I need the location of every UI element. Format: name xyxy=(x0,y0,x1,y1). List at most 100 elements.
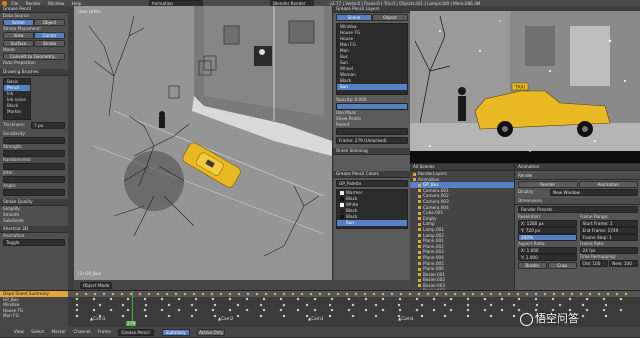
remap-new-field[interactable]: New: 100 xyxy=(609,260,638,267)
keyframe[interactable] xyxy=(121,314,125,318)
keyframe[interactable] xyxy=(313,297,317,301)
keyframe[interactable] xyxy=(535,303,539,307)
gp-scene-tab[interactable]: Scene xyxy=(336,14,372,21)
keyframe[interactable] xyxy=(121,303,125,307)
keyframe[interactable] xyxy=(483,297,487,301)
keyframe[interactable] xyxy=(415,308,419,312)
keyframe[interactable] xyxy=(602,297,606,301)
keyframe[interactable] xyxy=(581,303,585,307)
keyframe[interactable] xyxy=(143,297,147,301)
keyframe[interactable] xyxy=(443,303,447,307)
keyframe[interactable] xyxy=(211,297,215,301)
end-frame-field[interactable]: End Frame: 1749 xyxy=(579,227,638,234)
keyframe[interactable] xyxy=(551,297,555,301)
gp-object-tab[interactable]: Object xyxy=(372,14,408,21)
keyframe[interactable] xyxy=(398,297,402,301)
keyframe[interactable] xyxy=(75,308,79,312)
keyframe[interactable] xyxy=(534,297,538,301)
marker-cam1[interactable]: ▲Cam1 xyxy=(90,316,105,321)
keyframe[interactable] xyxy=(512,303,516,307)
keyframe[interactable] xyxy=(415,297,419,301)
keyframe[interactable] xyxy=(259,314,263,318)
layer-frame-field[interactable]: Frame: 279 (Unlocked) xyxy=(336,137,408,144)
keyframe[interactable] xyxy=(585,308,589,312)
keyframe[interactable] xyxy=(177,308,181,312)
keyframe[interactable] xyxy=(282,314,286,318)
keyframe[interactable] xyxy=(619,308,623,312)
keyframe[interactable] xyxy=(330,308,334,312)
properties-header[interactable]: Animation xyxy=(515,164,640,171)
keyframe[interactable] xyxy=(160,308,164,312)
render-button[interactable]: Render xyxy=(518,181,578,188)
keyframe[interactable] xyxy=(143,308,147,312)
render-presets-dropdown[interactable]: Render Presets xyxy=(518,206,638,213)
object-mode-dropdown[interactable]: Object Mode xyxy=(80,281,112,289)
keyframe[interactable] xyxy=(109,297,113,301)
animation-dropdown[interactable]: Toggle xyxy=(3,239,65,246)
keyframe[interactable] xyxy=(602,308,606,312)
data-source-object-button[interactable]: Object xyxy=(34,19,65,26)
dimensions-header[interactable]: Dimensions xyxy=(515,198,640,205)
keyframe[interactable] xyxy=(420,303,424,307)
gp-layers-header[interactable]: Grease Pencil Layers xyxy=(333,6,411,13)
aspect-y-field[interactable]: Y: 1.000 xyxy=(518,254,577,261)
gp-colors-header[interactable]: Grease Pencil Colors xyxy=(333,171,411,178)
keyframe[interactable] xyxy=(489,303,493,307)
keyframe[interactable] xyxy=(177,297,181,301)
keyframe[interactable] xyxy=(92,308,96,312)
keyframe[interactable] xyxy=(500,308,504,312)
keyframe[interactable] xyxy=(236,314,240,318)
keyframe[interactable] xyxy=(236,303,240,307)
keyframe[interactable] xyxy=(585,297,589,301)
res-x-field[interactable]: X: 1280 px xyxy=(518,220,577,227)
remap-old-field[interactable]: Old: 100 xyxy=(579,260,609,267)
keyframe[interactable] xyxy=(144,303,148,307)
keyframe[interactable] xyxy=(489,314,493,318)
menu-marker[interactable]: Marker xyxy=(52,329,66,334)
marker-cam2[interactable]: ▲Cam2 xyxy=(218,316,233,321)
keyframe[interactable] xyxy=(466,303,470,307)
strength-slider[interactable] xyxy=(3,150,65,157)
keyframe[interactable] xyxy=(347,308,351,312)
render-panel-header[interactable]: Render xyxy=(515,173,640,180)
keyframe[interactable] xyxy=(500,297,504,301)
keyframe[interactable] xyxy=(381,308,385,312)
aspect-x-field[interactable]: X: 1.000 xyxy=(518,247,577,254)
keyframe[interactable] xyxy=(109,308,113,312)
frame-step-field[interactable]: Frame Step: 1 xyxy=(579,234,638,241)
keyframe[interactable] xyxy=(398,308,402,312)
3d-viewport[interactable]: User Ortho (1) GP_Bus xyxy=(74,6,332,280)
gp-color-item[interactable]: Sun xyxy=(337,220,407,226)
keyframe[interactable] xyxy=(364,308,368,312)
keyframe[interactable] xyxy=(619,297,623,301)
keyframe[interactable] xyxy=(466,308,470,312)
placement-stroke-button[interactable]: Stroke xyxy=(34,40,65,47)
convert-to-geometry-button[interactable]: Convert to Geometry... xyxy=(3,53,65,60)
placement-surface-button[interactable]: Surface xyxy=(3,40,34,47)
keyframe[interactable] xyxy=(381,297,385,301)
crop-checkbox[interactable]: Crop xyxy=(547,262,577,269)
keyframe[interactable] xyxy=(160,297,164,301)
keyframe[interactable] xyxy=(330,297,334,301)
menu-select[interactable]: Select xyxy=(31,329,44,334)
placement-view-button[interactable]: View xyxy=(3,32,34,39)
menu-window[interactable]: Window xyxy=(48,1,65,6)
keyframe[interactable] xyxy=(397,303,401,307)
keyframe[interactable] xyxy=(98,303,102,307)
channel-man-fg[interactable]: Man FG xyxy=(0,313,68,319)
keyframe[interactable] xyxy=(328,314,332,318)
active-only-toggle[interactable]: Active Only xyxy=(197,328,226,336)
keyframe[interactable] xyxy=(604,314,608,318)
keyframe[interactable] xyxy=(211,308,215,312)
keyframe[interactable] xyxy=(483,308,487,312)
parent-field[interactable] xyxy=(336,128,408,135)
keyframe[interactable] xyxy=(92,297,96,301)
keyframe[interactable] xyxy=(194,297,198,301)
keyframe[interactable] xyxy=(75,303,79,307)
keyframe[interactable] xyxy=(374,314,378,318)
keyframe[interactable] xyxy=(296,297,300,301)
menu-render[interactable]: Render xyxy=(26,1,41,6)
keyframe[interactable] xyxy=(296,308,300,312)
start-frame-field[interactable]: Start Frame: 1 xyxy=(579,220,638,227)
angle-slider[interactable] xyxy=(3,189,65,196)
